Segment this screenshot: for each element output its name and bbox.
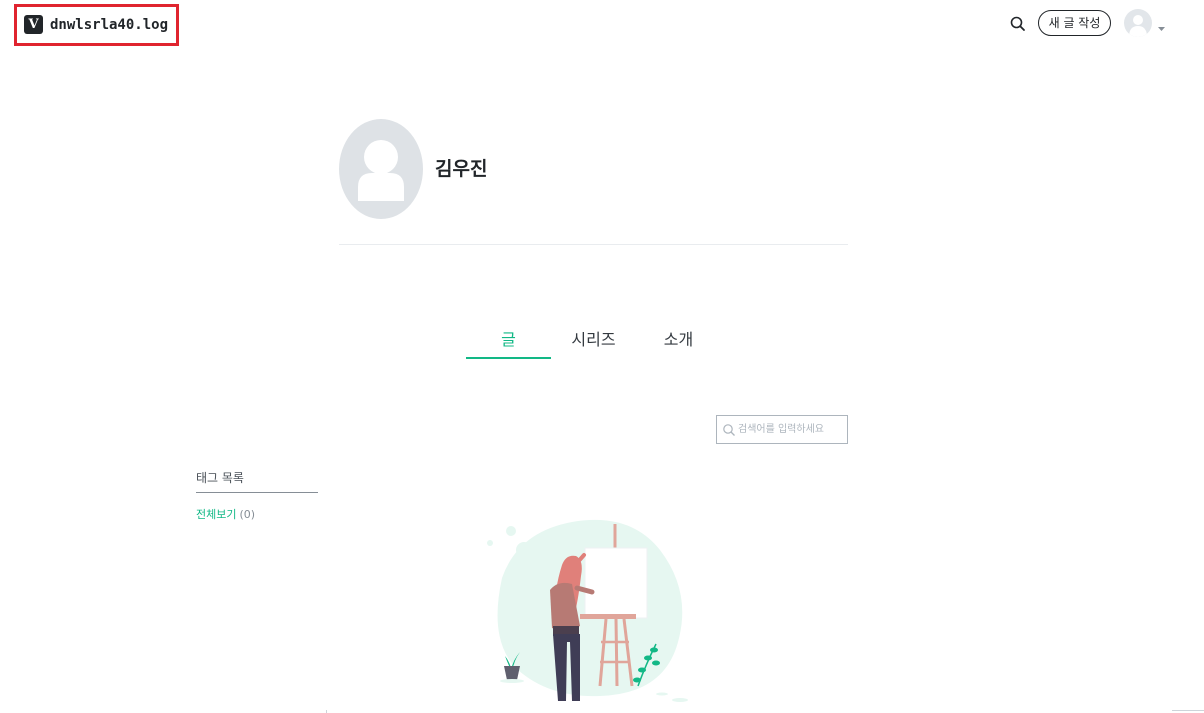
tab-about[interactable]: 소개 (636, 326, 721, 356)
blog-title-link[interactable]: V dnwlsrla40.log (14, 4, 179, 46)
velog-logo-icon[interactable]: V (24, 15, 43, 34)
tag-all-label[interactable]: 전체보기 (196, 508, 236, 521)
profile-name: 김우진 (435, 158, 488, 180)
search-icon[interactable] (1008, 14, 1028, 34)
caret-down-icon[interactable] (1157, 18, 1166, 31)
post-search-box[interactable] (716, 415, 848, 444)
tab-posts[interactable]: 글 (466, 326, 551, 356)
profile-avatar (339, 119, 423, 219)
active-tab-indicator (466, 357, 551, 359)
search-icon (723, 424, 735, 436)
scrollbar-edge-right (1172, 710, 1204, 711)
post-search-input[interactable] (738, 420, 844, 439)
tag-all-link[interactable]: 전체보기 (0) (196, 508, 255, 522)
avatar-icon[interactable] (1124, 9, 1152, 37)
new-post-button[interactable]: 새 글 작성 (1038, 10, 1111, 36)
empty-posts-illustration (487, 519, 688, 702)
tab-series[interactable]: 시리즈 (551, 326, 636, 356)
tag-all-count: (0) (239, 508, 256, 521)
profile-divider (339, 244, 848, 245)
blog-title[interactable]: dnwlsrla40.log (50, 15, 168, 35)
tag-list-title: 태그 목록 (196, 471, 244, 485)
tag-list-divider (196, 492, 318, 493)
